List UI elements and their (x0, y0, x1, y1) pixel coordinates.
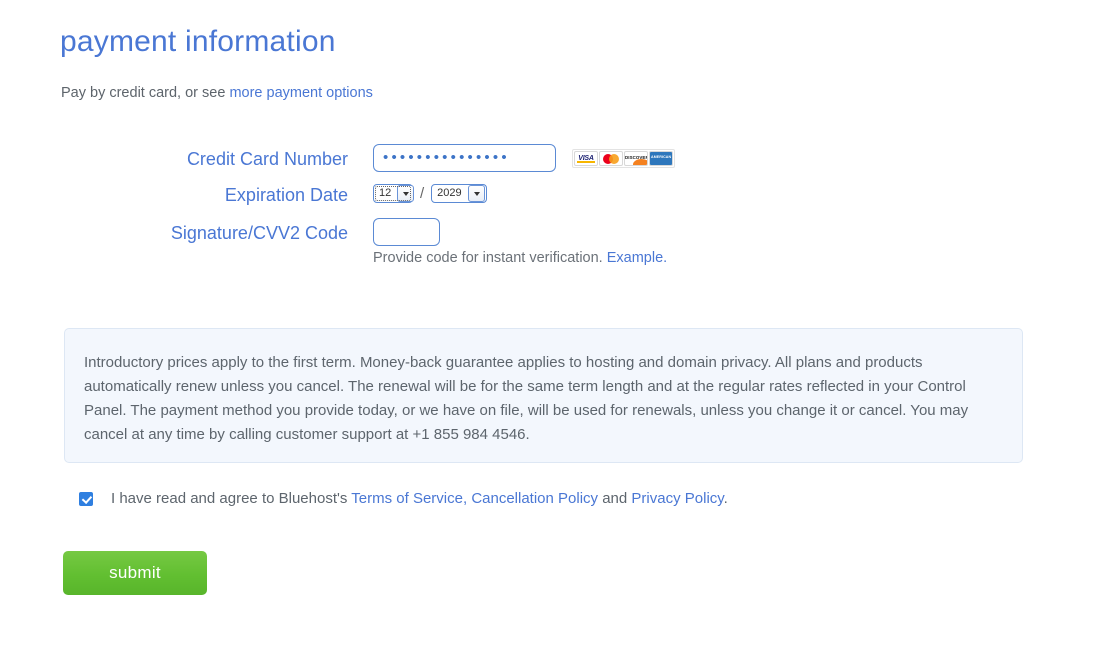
renewal-disclaimer: Introductory prices apply to the first t… (64, 328, 1023, 463)
credit-card-number-control: ••••••••••••••• VISA DISCOVER AMERICAN (373, 144, 675, 172)
cvv-control (373, 218, 440, 246)
visa-underline (577, 161, 595, 163)
chevron-down-icon[interactable] (397, 185, 415, 202)
credit-card-number-label: Credit Card Number (186, 149, 348, 169)
cvv-hint-text: Provide code for instant verification. (373, 250, 607, 266)
cvv-input[interactable] (373, 218, 440, 246)
amex-label: AMERICAN (651, 154, 672, 159)
expiration-month-select[interactable]: 12 (373, 184, 415, 203)
visa-icon: VISA (574, 150, 598, 166)
cvv-hint: Provide code for instant verification. E… (373, 249, 667, 268)
credit-card-number-input[interactable]: ••••••••••••••• (373, 144, 556, 172)
subtitle-text: Pay by credit card, or see (61, 85, 230, 101)
agreement-prefix: I have read and agree to Bluehost's (111, 490, 352, 507)
terms-agreement-checkbox[interactable] (79, 492, 93, 506)
credit-card-number-value: ••••••••••••••• (383, 149, 510, 166)
expiration-month-value: 12 (379, 187, 392, 199)
mastercard-orange-circle (609, 153, 619, 164)
chevron-down-icon[interactable] (468, 185, 486, 202)
privacy-policy-link[interactable]: Privacy Policy (631, 490, 723, 507)
submit-button[interactable]: submit (63, 551, 207, 595)
expiration-year-value: 2029 (437, 187, 462, 199)
cvv-label: Signature/CVV2 Code (170, 223, 348, 243)
discover-swoosh (633, 158, 647, 165)
discover-icon: DISCOVER (624, 150, 648, 166)
cvv-row: Signature/CVV2 Code (0, 218, 1093, 248)
page-title: payment information (60, 25, 336, 58)
accepted-cards: VISA DISCOVER AMERICAN (572, 148, 675, 168)
agreement-suffix: . (723, 490, 728, 507)
agreement-row: I have read and agree to Bluehost's Term… (79, 489, 728, 509)
renewal-disclaimer-text: Introductory prices apply to the first t… (84, 354, 969, 443)
payment-form: Credit Card Number ••••••••••••••• VISA (0, 144, 1093, 254)
amex-icon: AMERICAN (649, 150, 673, 166)
terms-of-service-link[interactable]: Terms of Service, (351, 490, 467, 507)
payment-subtitle: Pay by credit card, or see more payment … (61, 83, 373, 103)
expiration-separator: / (420, 185, 425, 202)
expiration-date-row: Expiration Date 12 / 2029 (0, 180, 1093, 210)
cancellation-policy-link[interactable]: Cancellation Policy (471, 490, 598, 507)
agreement-conjunction: and (598, 490, 632, 507)
cvv-example-link[interactable]: Example. (607, 250, 667, 266)
expiration-date-control: 12 / 2029 (373, 180, 488, 203)
expiration-date-label: Expiration Date (224, 185, 348, 205)
more-payment-options-link[interactable]: more payment options (229, 85, 372, 101)
payment-information-page: payment information Pay by credit card, … (0, 0, 1093, 645)
mastercard-icon (599, 150, 623, 166)
agreement-text: I have read and agree to Bluehost's Term… (111, 489, 728, 509)
credit-card-number-row: Credit Card Number ••••••••••••••• VISA (0, 144, 1093, 174)
expiration-year-select[interactable]: 2029 (431, 184, 488, 203)
